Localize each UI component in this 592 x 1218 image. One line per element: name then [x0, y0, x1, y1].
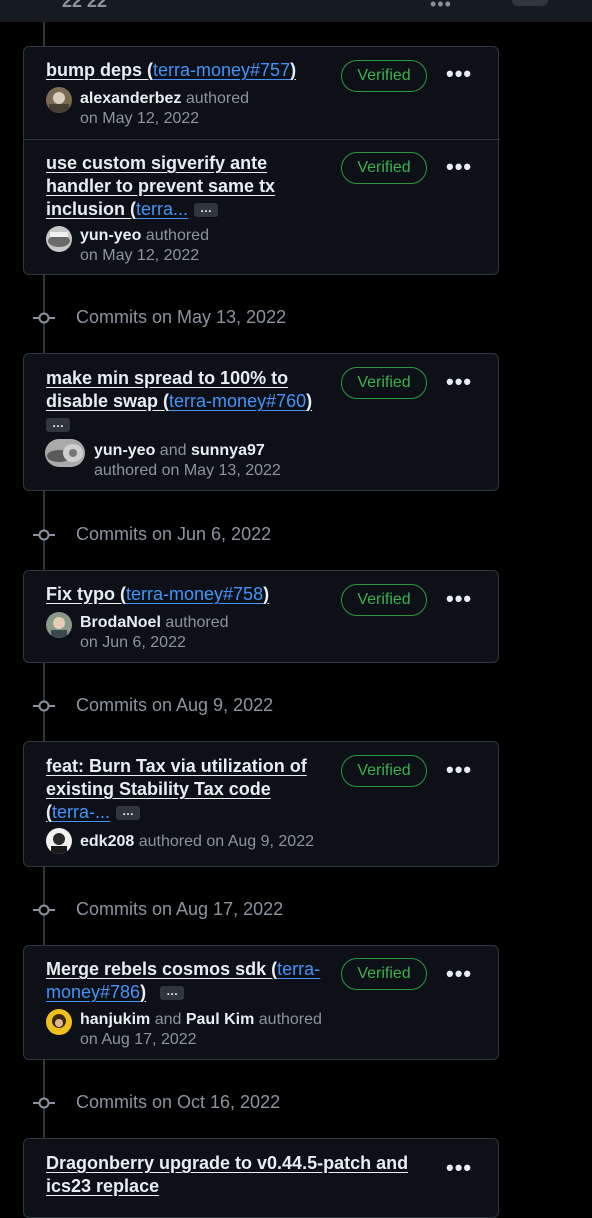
author-link[interactable]: BrodaNoel — [80, 614, 161, 631]
top-bar-text: 22 22 — [62, 0, 108, 11]
commit-group-header: Commits on Jun 6, 2022 — [0, 520, 592, 550]
commit-icon — [33, 529, 55, 541]
commit-title[interactable]: feat: Burn Tax via utilization of existi… — [46, 755, 307, 824]
commit-icon — [33, 312, 55, 324]
group-date-label: Commits on May 13, 2022 — [76, 307, 287, 327]
commit-card: Merge rebels cosmos sdk (terra- money#78… — [23, 945, 499, 1060]
expand-message-button[interactable]: … — [116, 805, 141, 821]
avatar[interactable] — [46, 87, 72, 113]
commit-date: on May 12, 2022 — [80, 247, 200, 264]
pr-link[interactable]: terra-money#760 — [169, 391, 306, 411]
avatar-stack[interactable] — [45, 439, 85, 467]
commit-title[interactable]: Dragonberry upgrade to v0.44.5-patch and… — [46, 1152, 408, 1198]
group-date-label: Commits on Oct 16, 2022 — [76, 1092, 281, 1112]
commit-date: authored on May 13, 2022 — [94, 462, 281, 479]
more-options-icon[interactable]: ••• — [446, 757, 472, 783]
expand-message-button[interactable]: … — [160, 985, 185, 1001]
verified-badge[interactable]: Verified — [341, 152, 427, 184]
commit-group-header: Commits on Aug 9, 2022 — [0, 691, 592, 721]
more-options-icon[interactable]: ••• — [446, 961, 472, 987]
coauthor-link[interactable]: Paul Kim — [186, 1011, 254, 1028]
commit-meta: hanjukim and Paul Kim authored — [80, 1011, 322, 1028]
pr-link[interactable]: terra-... — [52, 802, 110, 822]
commit-card: make min spread to 100% to disable swap … — [23, 353, 499, 491]
avatar[interactable] — [46, 1009, 72, 1035]
coauthor-link[interactable]: sunnya97 — [191, 442, 265, 459]
author-link[interactable]: alexanderbez — [80, 90, 181, 107]
group-date-label: Commits on Jun 6, 2022 — [76, 524, 272, 544]
more-options-icon[interactable]: ••• — [446, 61, 472, 87]
avatar[interactable] — [46, 828, 72, 854]
pr-link[interactable]: terra... — [136, 199, 188, 219]
commit-icon — [33, 904, 55, 916]
group-date-label: Commits on Aug 17, 2022 — [76, 899, 284, 919]
expand-message-button[interactable]: … — [194, 202, 219, 218]
more-options-icon[interactable]: ••• — [446, 1155, 472, 1181]
more-options-icon[interactable]: ••• — [446, 369, 472, 395]
pr-link[interactable]: terra-money#758 — [126, 584, 263, 604]
commit-card: feat: Burn Tax via utilization of existi… — [23, 741, 499, 867]
expand-message-button[interactable]: … — [46, 417, 70, 433]
timeline-line — [43, 22, 45, 46]
verified-badge[interactable]: Verified — [341, 60, 427, 92]
pr-link[interactable]: terra-money#757 — [153, 60, 290, 80]
author-link[interactable]: hanjukim — [80, 1011, 150, 1028]
commit-date: on Jun 6, 2022 — [80, 634, 186, 651]
pr-link[interactable]: terra- — [277, 959, 320, 979]
verified-badge[interactable]: Verified — [341, 584, 427, 616]
avatar[interactable] — [46, 226, 72, 252]
verified-badge[interactable]: Verified — [341, 958, 427, 990]
commit-card: Dragonberry upgrade to v0.44.5-patch and… — [23, 1138, 499, 1218]
commit-title[interactable]: bump deps (terra-money#757) — [46, 59, 296, 82]
commit-row: use custom sigverify ante handler to pre… — [24, 139, 500, 277]
author-link[interactable]: edk208 — [80, 833, 134, 850]
commit-meta: yun-yeo authored — [80, 227, 209, 244]
more-options-icon[interactable]: ••• — [446, 154, 472, 180]
commit-meta: edk208 authored on Aug 9, 2022 — [80, 833, 314, 850]
commit-title[interactable]: make min spread to 100% to disable swap … — [46, 367, 312, 436]
author-link[interactable]: yun-yeo — [80, 227, 141, 244]
commit-meta: alexanderbez authored — [80, 90, 250, 107]
commit-group-header: Commits on Oct 16, 2022 — [0, 1088, 592, 1118]
verified-badge[interactable]: Verified — [341, 367, 427, 399]
commit-icon — [33, 700, 55, 712]
commit-icon — [33, 1097, 55, 1109]
avatar[interactable] — [46, 612, 72, 638]
commit-meta: BrodaNoel authored — [80, 614, 229, 631]
commit-row: bump deps (terra-money#757) Verified •••… — [24, 47, 500, 139]
commit-card: bump deps (terra-money#757) Verified •••… — [23, 46, 500, 277]
commit-group-header: Commits on May 13, 2022 — [0, 303, 592, 333]
top-bar: 22 22 ••• — [0, 0, 592, 22]
commit-title[interactable]: Merge rebels cosmos sdk (terra- money#78… — [46, 958, 320, 1004]
top-menu-icon[interactable]: ••• — [430, 0, 452, 15]
commit-date: on Aug 17, 2022 — [80, 1031, 197, 1048]
verified-badge[interactable]: Verified — [341, 755, 427, 787]
group-date-label: Commits on Aug 9, 2022 — [76, 695, 274, 715]
commit-group-header: Commits on Aug 17, 2022 — [0, 895, 592, 925]
commit-title[interactable]: use custom sigverify ante handler to pre… — [46, 152, 275, 221]
commit-meta: yun-yeo and sunnya97 — [94, 442, 265, 459]
more-options-icon[interactable]: ••• — [446, 586, 472, 612]
top-button[interactable] — [512, 0, 548, 6]
commit-card: Fix typo (terra-money#758) Verified ••• … — [23, 570, 499, 663]
author-link[interactable]: yun-yeo — [94, 442, 155, 459]
pr-link[interactable]: money#786 — [46, 982, 140, 1002]
commit-title[interactable]: Fix typo (terra-money#758) — [46, 583, 269, 606]
commit-date: on May 12, 2022 — [80, 110, 200, 127]
